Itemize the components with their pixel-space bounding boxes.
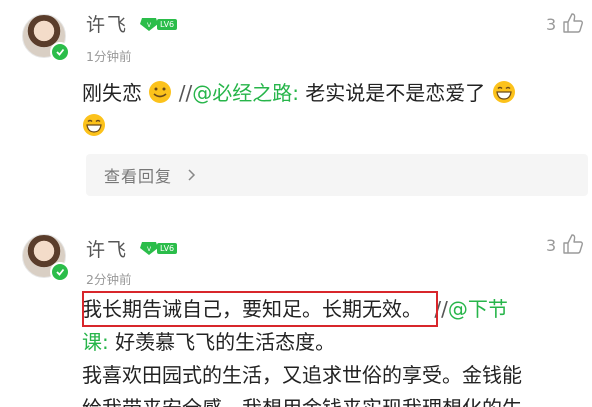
comment-1: 许飞 V LV6 1分钟前 3 刚失恋 //@必经之路: 老实说是不是恋爱了 查… — [0, 0, 592, 210]
username[interactable]: 许飞 — [86, 235, 128, 262]
separator: // — [178, 81, 193, 105]
thumbs-up-icon[interactable] — [562, 233, 584, 255]
view-replies-button[interactable]: 查看回复 — [86, 154, 588, 196]
like-count: 3 — [546, 15, 557, 34]
highlight-box — [82, 291, 438, 327]
mention-link-cont[interactable]: 课: — [82, 330, 109, 354]
level-badge: V LV6 — [139, 17, 178, 32]
thumbs-up-icon[interactable] — [562, 12, 584, 34]
avatar-badge-icon — [50, 42, 70, 62]
timestamp: 1分钟前 — [86, 49, 132, 64]
like-count: 3 — [546, 236, 557, 255]
mention-link[interactable]: @下节 — [448, 297, 508, 321]
comment-text: 刚失恋 //@必经之路: 老实说是不是恋爱了 — [82, 79, 516, 107]
comment-text-rest: 好羡慕飞飞的生活态度。 — [108, 330, 336, 354]
level-tag: LV6 — [157, 19, 178, 30]
comment-text-line3: 我喜欢田园式的生活，又追求世俗的享受。金钱能 — [82, 363, 522, 387]
view-replies-label: 查看回复 — [104, 167, 173, 186]
level-tag: LV6 — [157, 243, 178, 254]
mention-link[interactable]: @必经之路: — [192, 81, 299, 105]
comment-text-rest: 老实说是不是恋爱了 — [298, 81, 486, 105]
level-badge: V LV6 — [139, 241, 178, 256]
comment-text-main: 刚失恋 — [82, 81, 142, 105]
level-badge-icon: V — [140, 18, 158, 31]
comment-text-line4: 给我带来安全感，我想用金钱来实现我理想化的生 — [82, 394, 522, 407]
chevron-right-icon — [188, 169, 196, 181]
comment-text-wrap — [82, 112, 106, 140]
avatar-badge-icon — [50, 262, 70, 282]
level-badge-icon: V — [140, 242, 158, 255]
grinning-emoji — [492, 81, 515, 103]
username[interactable]: 许飞 — [86, 10, 128, 37]
comment-text-line2: 课: 好羡慕飞飞的生活态度。 — [82, 328, 335, 356]
grinning-emoji — [83, 114, 105, 136]
timestamp: 2分钟前 — [86, 272, 132, 287]
grinning-emoji — [149, 81, 172, 103]
